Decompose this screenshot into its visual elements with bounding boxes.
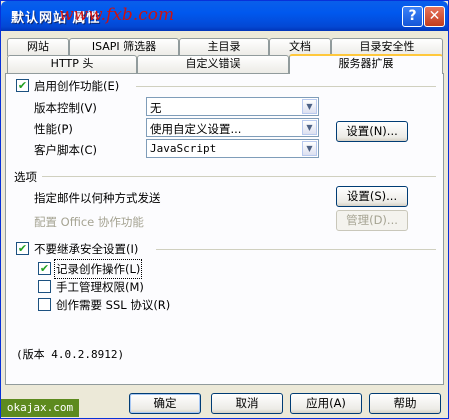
manual-permissions-checkbox[interactable]	[38, 280, 51, 293]
performance-value: 使用自定义设置...	[150, 122, 242, 136]
group-divider	[156, 249, 436, 250]
mail-settings-button[interactable]: 设置(S)...	[336, 186, 408, 207]
version-control-label: 版本控制(V)	[34, 101, 97, 115]
group-divider	[136, 86, 436, 87]
client-script-value: JavaScript	[150, 142, 217, 155]
performance-label: 性能(P)	[34, 122, 73, 136]
log-authoring-checkbox[interactable]: ✔	[38, 262, 51, 275]
no-inherit-security-label: 不要继承安全设置(I)	[34, 242, 139, 256]
title-bar[interactable]: 默认网站 属性 www.fxb.com ? ✕	[1, 1, 448, 31]
mail-label: 指定邮件以何种方式发送	[34, 191, 161, 205]
performance-select[interactable]: 使用自定义设置... ▼	[146, 118, 319, 137]
enable-authoring-checkbox[interactable]: ✔	[16, 79, 29, 92]
require-ssl-label: 创作需要 SSL 协议(R)	[56, 298, 171, 312]
require-ssl-checkbox[interactable]	[38, 298, 51, 311]
version-control-select[interactable]: 无 ▼	[146, 97, 319, 116]
options-section-label: 选项	[14, 170, 37, 184]
tab-isapi-filters[interactable]: ISAPI 筛选器	[69, 38, 179, 56]
tab-home-directory[interactable]: 主目录	[179, 38, 269, 56]
tab-website[interactable]: 网站	[7, 38, 69, 56]
close-icon[interactable]: ✕	[424, 6, 445, 27]
tab-http-headers[interactable]: HTTP 头	[7, 55, 137, 73]
tab-server-extensions[interactable]: 服务器扩展	[289, 54, 443, 74]
version-text: (版本 4.0.2.8912)	[16, 348, 125, 361]
server-extensions-panel: ✔ 启用创作功能(E) 版本控制(V) 无 ▼ 性能(P) 使用自定义设置...…	[5, 73, 444, 385]
ok-button[interactable]: 确定	[129, 393, 201, 414]
office-manage-button[interactable]: 管理(D)...	[336, 210, 408, 231]
version-control-value: 无	[150, 101, 162, 115]
log-authoring-label: 记录创作操作(L)	[53, 259, 143, 279]
help-icon[interactable]: ?	[402, 6, 423, 27]
office-label: 配置 Office 协作功能	[34, 215, 144, 229]
enable-authoring-label: 启用创作功能(E)	[34, 79, 120, 93]
client-script-label: 客户脚本(C)	[34, 143, 98, 157]
chevron-down-icon[interactable]: ▼	[302, 99, 317, 114]
cancel-button[interactable]: 取消	[211, 393, 283, 414]
group-divider	[42, 176, 436, 177]
watermark: www.fxb.com	[59, 5, 175, 25]
tab-custom-errors[interactable]: 自定义错误	[137, 55, 289, 73]
client-script-select[interactable]: JavaScript ▼	[146, 139, 319, 158]
performance-settings-button[interactable]: 设置(N)...	[336, 121, 408, 142]
chevron-down-icon[interactable]: ▼	[302, 120, 317, 135]
apply-button[interactable]: 应用(A)	[290, 393, 362, 414]
properties-dialog: 默认网站 属性 www.fxb.com ? ✕ 网站 ISAPI 筛选器 主目录…	[0, 0, 449, 419]
site-badge: okajax.com	[1, 399, 79, 417]
help-button[interactable]: 帮助	[369, 393, 441, 414]
manual-permissions-label: 手工管理权限(M)	[56, 280, 144, 294]
no-inherit-security-checkbox[interactable]: ✔	[16, 242, 29, 255]
chevron-down-icon[interactable]: ▼	[302, 141, 317, 156]
